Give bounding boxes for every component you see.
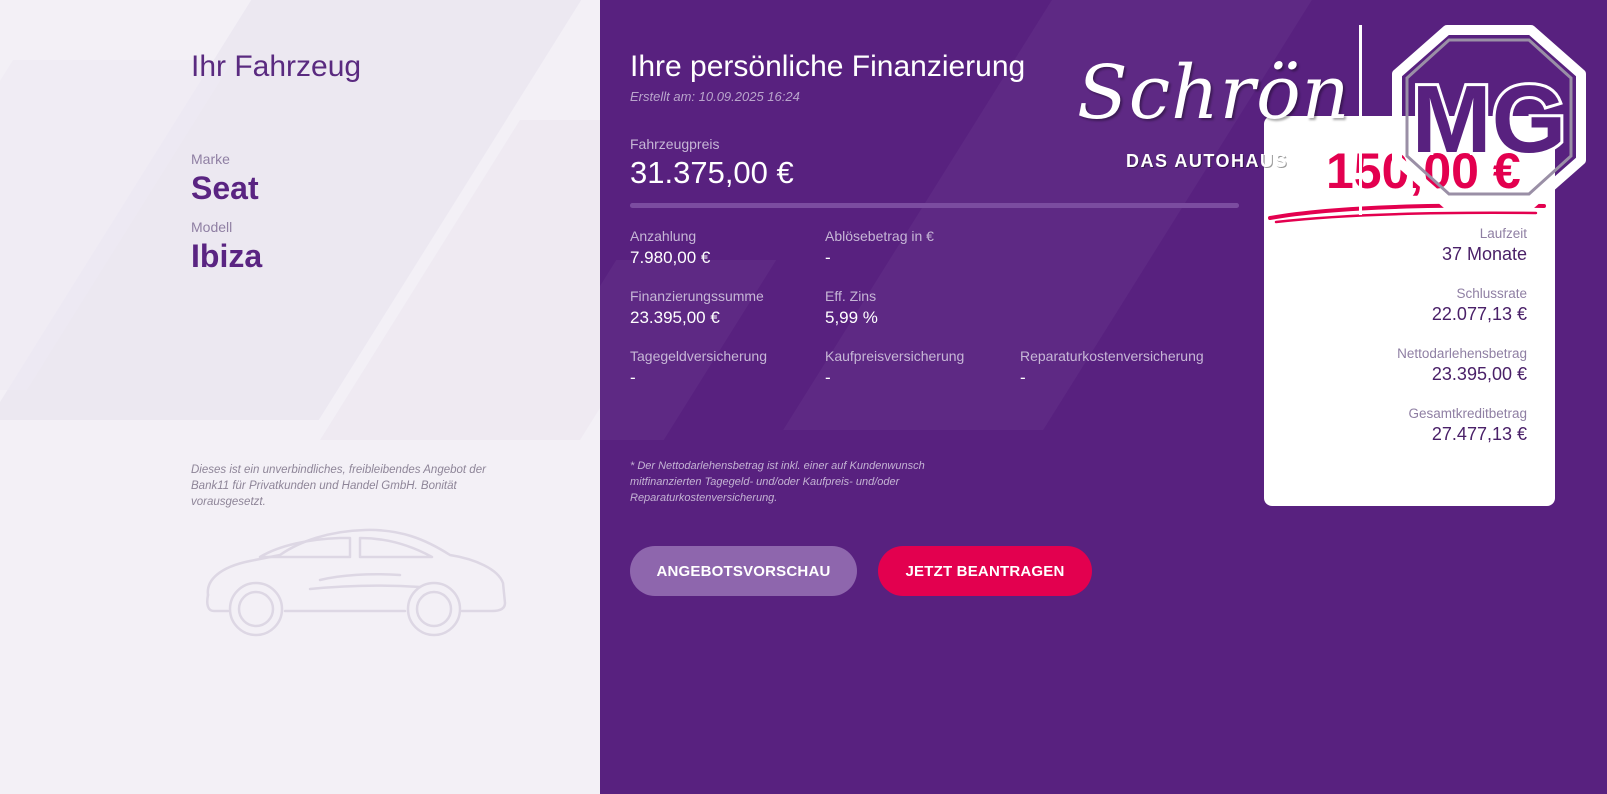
offer-preview-button[interactable]: ANGEBOTSVORSCHAU xyxy=(630,546,857,596)
offer-disclaimer: Dieses ist ein unverbindliches, freiblei… xyxy=(191,464,486,508)
interest-field: Eff. Zins 5,99 % xyxy=(825,288,878,328)
net-loan-row: Nettodarlehensbetrag 23.395,00 € xyxy=(1397,346,1527,385)
purchase-insurance-label: Kaufpreisversicherung xyxy=(825,348,965,364)
final-rate-row: Schlussrate 22.077,13 € xyxy=(1432,286,1527,325)
make-value: Seat xyxy=(191,170,259,206)
daily-insurance-value: - xyxy=(630,368,636,387)
down-payment-field: Anzahlung 7.980,00 € xyxy=(630,228,710,268)
net-loan-value: 23.395,00 € xyxy=(1431,364,1527,384)
payoff-label: Ablösebetrag in € xyxy=(825,228,934,244)
interest-label: Eff. Zins xyxy=(825,288,877,304)
vehicle-title: Ihr Fahrzeug xyxy=(191,50,362,83)
financing-sum-value: 23.395,00 € xyxy=(630,308,720,327)
final-rate-value: 22.077,13 € xyxy=(1431,304,1527,324)
purchase-insurance-value: - xyxy=(825,368,831,387)
term-label: Laufzeit xyxy=(1479,226,1527,241)
repair-insurance-label: Reparaturkostenversicherung xyxy=(1020,348,1204,364)
model-label: Modell xyxy=(191,219,233,235)
term-row: Laufzeit 37 Monate xyxy=(1442,226,1527,265)
total-credit-label: Gesamtkreditbetrag xyxy=(1408,406,1527,421)
summary-card: 150,00 € Laufzeit 37 Monate Schlussrate … xyxy=(1264,116,1555,506)
rate-underline-swoosh xyxy=(1268,203,1546,224)
financing-sum-field: Finanzierungssumme 23.395,00 € xyxy=(630,288,764,328)
financing-title: Ihre persönliche Finanzierung xyxy=(630,50,1026,83)
vehicle-panel: Ihr Fahrzeug Marke Seat Modell Ibiza Die… xyxy=(0,0,600,794)
purchase-insurance-field: Kaufpreisversicherung - xyxy=(825,348,964,388)
repair-insurance-field: Reparaturkostenversicherung - xyxy=(1020,348,1204,388)
down-payment-value: 7.980,00 € xyxy=(630,248,711,267)
daily-insurance-label: Tagegeldversicherung xyxy=(630,348,767,364)
term-value: 37 Monate xyxy=(1441,244,1527,264)
down-payment-label: Anzahlung xyxy=(630,228,697,244)
net-loan-footnote: * Der Nettodarlehensbetrag ist inkl. ein… xyxy=(630,460,925,504)
net-loan-label: Nettodarlehensbetrag xyxy=(1397,346,1527,361)
progress-fill xyxy=(630,203,1239,208)
payoff-value: - xyxy=(825,248,831,267)
total-credit-value: 27.477,13 € xyxy=(1431,424,1527,444)
financing-sum-label: Finanzierungssumme xyxy=(630,288,764,304)
daily-insurance-field: Tagegeldversicherung - xyxy=(630,348,767,388)
interest-value: 5,99 % xyxy=(825,308,878,327)
final-rate-label: Schlussrate xyxy=(1456,286,1527,301)
total-credit-row: Gesamtkreditbetrag 27.477,13 € xyxy=(1408,406,1527,445)
repair-insurance-value: - xyxy=(1020,368,1026,387)
vehicle-price-label: Fahrzeugpreis xyxy=(630,136,720,152)
financing-panel: Ihre persönliche Finanzierung Erstellt a… xyxy=(600,0,1607,794)
created-timestamp: Erstellt am: 10.09.2025 16:24 xyxy=(630,89,800,104)
car-silhouette-icon xyxy=(206,528,507,637)
apply-now-button[interactable]: JETZT BEANTRAGEN xyxy=(878,546,1092,596)
make-label: Marke xyxy=(191,151,230,167)
monthly-rate: 150,00 € xyxy=(1326,143,1521,199)
payoff-field: Ablösebetrag in € - xyxy=(825,228,934,268)
price-progress-bar xyxy=(630,203,1239,208)
vehicle-price-value: 31.375,00 € xyxy=(630,155,794,190)
model-value: Ibiza xyxy=(191,238,263,274)
